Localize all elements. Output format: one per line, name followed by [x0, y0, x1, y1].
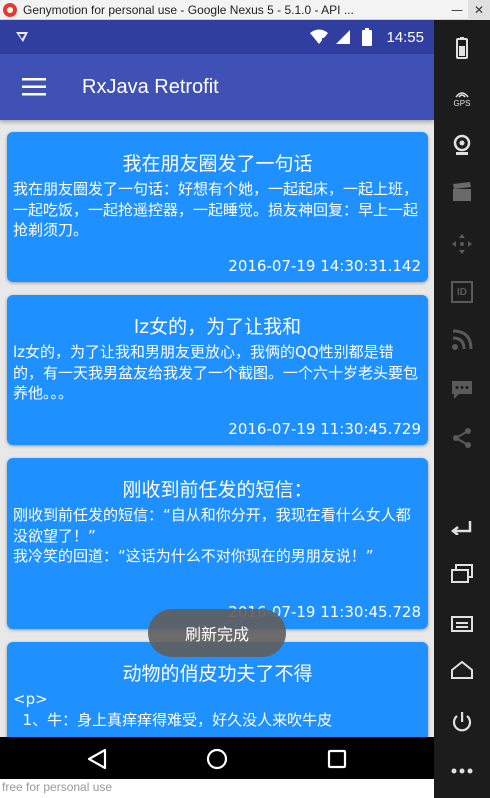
card-body: 我在朋友圈发了一句话：好想有个她，一起起床，一起上班，一起吃饭，一起抢遥控器，一…: [13, 180, 419, 239]
webcam-icon: [453, 134, 471, 155]
notification-icon: [14, 29, 30, 45]
joke-card[interactable]: 刚收到前任发的短信： 刚收到前任发的短信：“自从和你分开，我现在看什么女人都没欲…: [7, 458, 428, 629]
card-title: 刚收到前任发的短信：: [122, 479, 313, 501]
watermark-text: free for personal use: [2, 780, 113, 794]
card-timestamp: 2016-07-19 11:30:45.729: [228, 420, 421, 438]
signal-icon: [334, 28, 352, 46]
more-dots-icon: [451, 768, 473, 774]
genymotion-window: Genymotion for personal use - Google Nex…: [0, 0, 490, 798]
id-card-icon: ID: [451, 281, 473, 303]
window-title-bar: Genymotion for personal use - Google Nex…: [0, 0, 490, 20]
clapperboard-icon: [453, 182, 471, 201]
menu-button[interactable]: [6, 59, 62, 115]
status-bar: 14:55: [0, 20, 434, 54]
power-icon: [452, 712, 472, 732]
recent-apps-button[interactable]: [444, 556, 480, 592]
battery-widget-button[interactable]: [444, 30, 480, 66]
network-widget-button[interactable]: [444, 322, 480, 358]
share-widget-button[interactable]: [444, 420, 480, 456]
nav-back-button[interactable]: [77, 745, 117, 773]
toast-message: 刷新完成: [148, 609, 286, 657]
recents-icon: [451, 564, 473, 583]
gps-widget-button[interactable]: GPS: [444, 80, 480, 116]
message-icon: [452, 381, 472, 399]
card-body: 刚收到前任发的短信：“自从和你分开，我现在看什么女人都没欲望了！” 我冷笑的回道…: [13, 506, 411, 565]
back-triangle-icon: [87, 748, 107, 770]
home-button-hw[interactable]: [444, 652, 480, 688]
watermark-bar: free for personal use: [0, 779, 434, 798]
share-icon: [453, 428, 471, 448]
nav-home-button[interactable]: [197, 745, 237, 773]
recents-square-icon: [327, 749, 347, 769]
dpad-icon: [452, 234, 472, 254]
card-title: 我在朋友圈发了一句话: [122, 153, 313, 175]
device-id-widget-button[interactable]: ID: [444, 274, 480, 310]
card-title: lz女的，为了让我和: [133, 316, 302, 338]
status-clock: 14:55: [386, 28, 424, 46]
emulator-toolbar: GPS ID: [434, 20, 490, 798]
gps-label: GPS: [453, 98, 471, 108]
joke-card[interactable]: 我在朋友圈发了一句话 我在朋友圈发了一句话：好想有个她，一起起床，一起上班，一起…: [7, 132, 428, 282]
app-bar: RxJava Retrofit: [0, 54, 434, 120]
card-timestamp: 2016-07-19 14:30:31.142: [228, 257, 421, 275]
gps-signal-icon: [455, 91, 469, 98]
capture-widget-button[interactable]: [444, 174, 480, 210]
battery-icon: [358, 28, 376, 46]
home-circle-icon: [206, 748, 228, 770]
back-arrow-icon: [450, 521, 472, 535]
dpad-widget-button[interactable]: [444, 226, 480, 262]
card-body: <p> 1、牛：身上真痒痒得难受，好久没人来吹牛皮: [13, 690, 333, 729]
camera-widget-button[interactable]: [444, 127, 480, 163]
minimize-button[interactable]: —: [446, 0, 468, 20]
window-title: Genymotion for personal use - Google Nex…: [23, 2, 354, 17]
device-screen: 14:55 RxJava Retrofit 我在朋友圈发了一句话 我在朋友圈发了…: [0, 20, 434, 737]
navigation-bar: [0, 737, 434, 779]
menu-lines-icon: [451, 616, 473, 632]
genymotion-logo-icon: [3, 2, 17, 17]
card-title: 动物的俏皮功夫了不得: [122, 663, 313, 685]
back-button[interactable]: [444, 508, 480, 544]
id-label: ID: [457, 286, 467, 298]
app-title: RxJava Retrofit: [82, 75, 219, 98]
wifi-icon: [310, 28, 329, 46]
power-button[interactable]: [444, 704, 480, 740]
rss-icon: [452, 329, 473, 350]
joke-card[interactable]: lz女的，为了让我和 lz女的，为了让我和男朋友更放心，我俩的QQ性别都是错的，…: [7, 295, 428, 445]
close-button[interactable]: ✕: [468, 0, 490, 20]
hamburger-icon: [22, 78, 46, 96]
home-icon: [451, 660, 473, 679]
card-body: lz女的，为了让我和男朋友更放心，我俩的QQ性别都是错的，有一天我男盆友给我发了…: [13, 343, 419, 402]
menu-button-hw[interactable]: [444, 606, 480, 642]
nav-recents-button[interactable]: [317, 745, 357, 773]
sms-widget-button[interactable]: [444, 372, 480, 408]
more-options-button[interactable]: [444, 753, 480, 789]
battery-icon: [456, 37, 468, 59]
